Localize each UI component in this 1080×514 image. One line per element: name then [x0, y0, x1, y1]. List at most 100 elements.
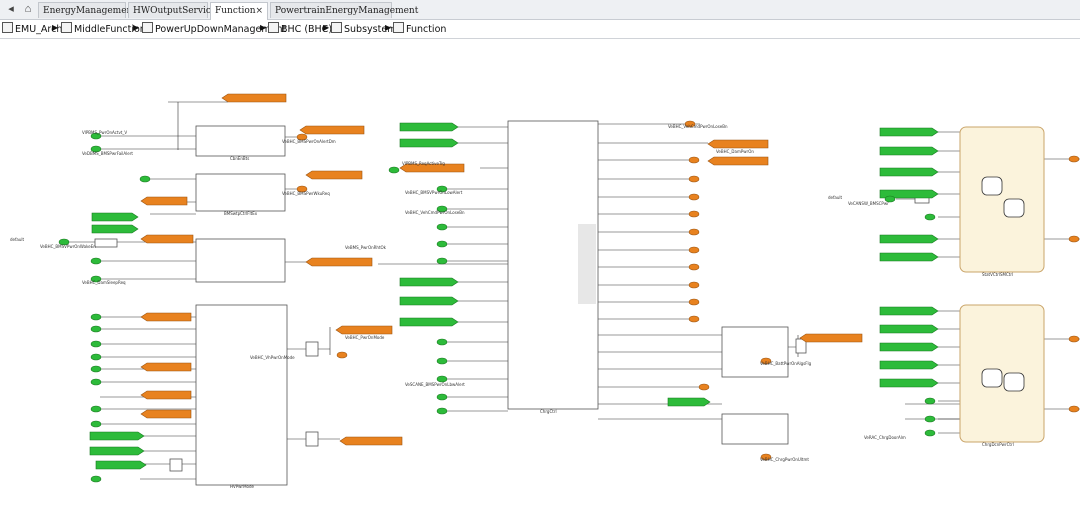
subsystem-block[interactable]: [721, 413, 789, 445]
tab-label: EnergyManagement: [43, 6, 136, 16]
goto-tag[interactable]: [305, 257, 373, 267]
inport[interactable]: [90, 475, 102, 483]
tab-function[interactable]: Function ×: [210, 2, 268, 20]
from-tag[interactable]: [879, 306, 939, 316]
goto-tag[interactable]: [305, 170, 363, 180]
constant-block[interactable]: [94, 238, 118, 248]
goto-tag[interactable]: [140, 362, 192, 372]
subsystem-block[interactable]: [195, 173, 286, 212]
goto-label: VeBMS_PwrOnRhtOk: [345, 245, 387, 250]
from-tag[interactable]: [879, 324, 939, 334]
inport[interactable]: [436, 407, 448, 415]
from-tag[interactable]: [91, 212, 139, 222]
subsystem-block[interactable]: [721, 326, 789, 378]
back-icon[interactable]: ◂: [3, 2, 19, 16]
goto-tag[interactable]: [140, 390, 192, 400]
model-canvas[interactable]: CbnEnBts BMSwtpCtrlFltEx HVPwrMode ChrgC…: [0, 39, 1080, 514]
from-tag[interactable]: [399, 138, 459, 148]
inport[interactable]: [436, 338, 448, 346]
inport[interactable]: [436, 257, 448, 265]
goto-tag[interactable]: [799, 333, 863, 343]
inport[interactable]: [436, 223, 448, 231]
inport[interactable]: [436, 240, 448, 248]
from-tag[interactable]: [89, 431, 145, 441]
inport[interactable]: [924, 415, 936, 423]
scrollbar[interactable]: [578, 224, 596, 304]
inport-label: VeCANSW_BMSCPwr: [848, 201, 889, 206]
subsystem-block[interactable]: [195, 304, 288, 486]
goto-tag[interactable]: [140, 312, 192, 322]
tab-powertrain-energy-management[interactable]: PowertrainEnergyManagement: [270, 2, 418, 18]
from-tag[interactable]: [879, 360, 939, 370]
from-tag[interactable]: [667, 397, 711, 407]
inport[interactable]: [924, 213, 936, 221]
inport[interactable]: [924, 397, 936, 405]
subsystem-label: HVPwrMode: [230, 484, 255, 489]
from-tag[interactable]: [879, 146, 939, 156]
goto-tag[interactable]: [707, 139, 769, 149]
close-icon[interactable]: ×: [255, 3, 263, 19]
switch-block[interactable]: [169, 458, 183, 472]
inport[interactable]: [388, 166, 400, 174]
inport[interactable]: [90, 378, 102, 386]
from-tag[interactable]: [879, 127, 939, 137]
subsystem-block[interactable]: [195, 125, 286, 157]
from-tag[interactable]: [879, 234, 939, 244]
subsystem-icon: [268, 22, 279, 33]
inport[interactable]: [436, 393, 448, 401]
goto-tag[interactable]: [299, 125, 365, 135]
tab-bar: ◂ ⌂ EnergyManagement HWOutputService Fun…: [0, 0, 1080, 20]
breadcrumb-item-function[interactable]: Function: [393, 22, 446, 36]
tab-label: HWOutputService: [133, 6, 217, 16]
from-tag[interactable]: [91, 224, 139, 234]
inport[interactable]: [90, 405, 102, 413]
chevron-right-icon: ▶: [323, 23, 330, 32]
subsystem-label: ChrgDcnPwrCtrl: [982, 442, 1014, 447]
from-label: default: [10, 237, 25, 242]
inport-label: VeSCANE_BMSPwrOnLbwAlert: [405, 382, 465, 387]
goto-label: VeBHC_PwrOnMode: [345, 335, 385, 340]
inport[interactable]: [90, 257, 102, 265]
merge-block[interactable]: [305, 431, 319, 447]
subsystem-block[interactable]: [195, 238, 286, 283]
inport[interactable]: [90, 420, 102, 428]
subsystem-label: CbnEnBts: [230, 156, 249, 161]
inport[interactable]: [436, 357, 448, 365]
inport-label: VlPBMS_ReqActiveTrg: [402, 161, 445, 166]
tab-hw-output-service[interactable]: HWOutputService: [128, 2, 216, 18]
home-icon[interactable]: ⌂: [20, 2, 36, 16]
inport[interactable]: [139, 175, 151, 183]
from-tag[interactable]: [879, 378, 939, 388]
goto-tag[interactable]: [221, 93, 287, 103]
inport[interactable]: [90, 325, 102, 333]
from-tag[interactable]: [399, 317, 459, 327]
inport[interactable]: [90, 313, 102, 321]
from-tag[interactable]: [399, 122, 459, 132]
subsystem-icon: [142, 22, 153, 33]
from-tag[interactable]: [879, 252, 939, 262]
from-tag[interactable]: [879, 342, 939, 352]
goto-tag[interactable]: [140, 234, 194, 244]
inport[interactable]: [90, 353, 102, 361]
stateflow-chart[interactable]: [959, 126, 1045, 273]
from-tag[interactable]: [89, 446, 145, 456]
inport-label: VlPBMS_PwrOnActvt_V: [82, 130, 127, 135]
inport[interactable]: [90, 365, 102, 373]
goto-tag[interactable]: [335, 325, 393, 335]
tab-energy-management[interactable]: EnergyManagement: [38, 2, 136, 18]
goto-tag[interactable]: [140, 196, 188, 206]
goto-tag[interactable]: [140, 409, 192, 419]
from-label: default: [828, 195, 843, 200]
chevron-right-icon: ▶: [385, 23, 392, 32]
inport[interactable]: [924, 429, 936, 437]
from-tag[interactable]: [879, 167, 939, 177]
merge-block[interactable]: [305, 341, 319, 357]
inport[interactable]: [90, 340, 102, 348]
from-tag[interactable]: [399, 296, 459, 306]
from-tag[interactable]: [399, 277, 459, 287]
subsystem-icon: [61, 22, 72, 33]
goto-tag[interactable]: [339, 436, 403, 446]
from-tag[interactable]: [95, 460, 147, 470]
inport-label: VeDBMS_BMSPwrFailAlert: [82, 151, 133, 156]
goto-tag[interactable]: [707, 156, 769, 166]
